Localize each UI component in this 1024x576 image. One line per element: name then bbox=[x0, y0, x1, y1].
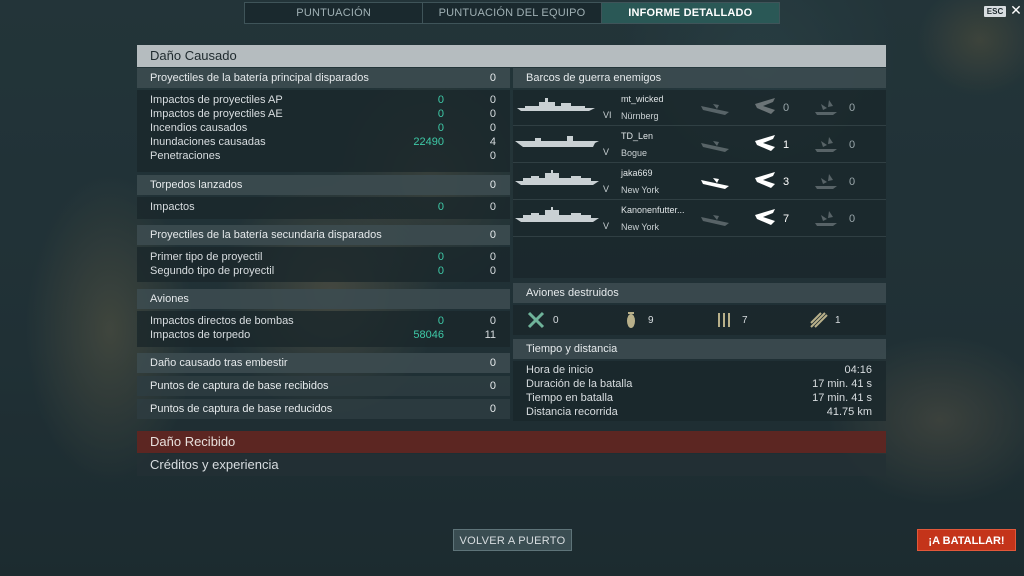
sinking-ship-icon bbox=[701, 104, 729, 115]
cruiser-silhouette-icon bbox=[517, 98, 595, 111]
sinking-ship-icon bbox=[701, 215, 729, 226]
stat-row: Tiempo en batalla 17 min. 41 s bbox=[526, 392, 872, 404]
torpedoes-body: Impactos 0 0 bbox=[137, 197, 510, 219]
enemy-ships-header: Barcos de guerra enemigos bbox=[513, 68, 886, 88]
damage-received-header[interactable]: Daño Recibido bbox=[137, 431, 886, 453]
plane-hit-icon bbox=[755, 209, 775, 225]
enemy-ships-list: VI mt_wicked Nürnberg 0 0 V TD_Len Bogue… bbox=[513, 90, 886, 278]
damage-dealt-header[interactable]: Daño Causado bbox=[137, 45, 886, 67]
sinking-ship-icon bbox=[701, 141, 729, 152]
ship-damage-icon bbox=[815, 211, 837, 226]
esc-key-hint: ESC bbox=[984, 6, 1006, 17]
tab-detailed-report[interactable]: INFORME DETALLADO bbox=[601, 3, 779, 23]
enemy-ship-row[interactable]: V jaka669 New York 3 0 bbox=[513, 164, 886, 200]
stat-row: Impactos de torpedo 58046 11 bbox=[150, 329, 496, 341]
aircraft-body: Impactos directos de bombas 0 0 Impactos d… bbox=[137, 311, 510, 347]
main-battery-header: Proyectiles de la batería principal disp… bbox=[137, 68, 510, 88]
time-distance-body: Hora de inicio 04:16 Duración de la batal… bbox=[513, 361, 886, 421]
ramming-row: Daño causado tras embestir 0 bbox=[137, 353, 510, 373]
main-battery-label: Proyectiles de la batería principal disp… bbox=[150, 72, 369, 84]
stat-row: Penetraciones 0 bbox=[150, 150, 496, 162]
close-icon[interactable]: ✕ bbox=[1010, 2, 1022, 18]
planes-destroyed-header: Aviones destruidos bbox=[513, 283, 886, 303]
credits-xp-header[interactable]: Créditos y experiencia bbox=[137, 454, 886, 476]
cap-received-row: Puntos de captura de base recibidos 0 bbox=[137, 376, 510, 396]
fighter-icon bbox=[527, 311, 545, 329]
secondary-header: Proyectiles de la batería secundaria dis… bbox=[137, 225, 510, 245]
stat-row: Impactos directos de bombas 0 0 bbox=[150, 315, 496, 327]
carrier-silhouette-icon bbox=[515, 136, 599, 147]
stat-row: Distancia recorrida 41.75 km bbox=[526, 406, 872, 418]
dive-bomber-stat: 1 bbox=[809, 311, 841, 332]
stat-row: Incendios causados 0 0 bbox=[150, 122, 496, 134]
tab-score[interactable]: PUNTUACIÓN bbox=[245, 3, 424, 23]
stat-row: Impactos 0 0 bbox=[150, 201, 496, 213]
ship-damage-icon bbox=[815, 100, 837, 115]
battle-button[interactable]: ¡A BATALLAR! bbox=[917, 529, 1016, 551]
main-battery-value: 0 bbox=[489, 72, 496, 84]
stat-row: Duración de la batalla 17 min. 41 s bbox=[526, 378, 872, 390]
stat-row: Hora de inicio 04:16 bbox=[526, 364, 872, 376]
stat-row: Impactos de proyectiles AP 0 0 bbox=[150, 94, 496, 106]
battleship-silhouette-icon bbox=[515, 207, 599, 222]
planes-destroyed-body: 0 9 7 1 bbox=[513, 305, 886, 335]
enemy-ship-row[interactable]: V Kanonenfutter... New York 7 0 bbox=[513, 201, 886, 237]
sinking-ship-icon bbox=[701, 178, 729, 189]
time-distance-header: Tiempo y distancia bbox=[513, 339, 886, 359]
ship-damage-icon bbox=[815, 174, 837, 189]
bomb-icon bbox=[627, 312, 635, 328]
stat-row: Inundaciones causadas 22490 4 bbox=[150, 136, 496, 148]
main-battery-body: Impactos de proyectiles AP 0 0 Impactos de… bbox=[137, 90, 510, 172]
bomber-stat: 9 bbox=[622, 311, 654, 332]
torpedo-bomber-icon bbox=[718, 313, 730, 327]
battleship-silhouette-icon bbox=[515, 170, 599, 185]
stat-row: Impactos de proyectiles AE 0 0 bbox=[150, 108, 496, 120]
plane-hit-icon bbox=[755, 135, 775, 151]
enemy-ship-row[interactable]: VI mt_wicked Nürnberg 0 0 bbox=[513, 90, 886, 126]
ship-damage-icon bbox=[815, 137, 837, 152]
torpedo-bomber-stat: 7 bbox=[716, 311, 748, 332]
secondary-body: Primer tipo de proyectil 0 0 Segundo tipo … bbox=[137, 247, 510, 282]
tab-team-score[interactable]: PUNTUACIÓN DEL EQUIPO bbox=[423, 3, 602, 23]
torpedoes-header: Torpedos lanzados 0 bbox=[137, 175, 510, 195]
plane-hit-icon bbox=[755, 98, 775, 114]
tab-bar: PUNTUACIÓN PUNTUACIÓN DEL EQUIPO INFORME… bbox=[244, 2, 780, 24]
dive-bomber-icon bbox=[810, 312, 828, 328]
aircraft-header: Aviones bbox=[137, 289, 510, 309]
cap-reduced-row: Puntos de captura de base reducidos 0 bbox=[137, 399, 510, 419]
return-to-port-button[interactable]: VOLVER A PUERTO bbox=[453, 529, 572, 551]
plane-hit-icon bbox=[755, 172, 775, 188]
enemy-ship-row[interactable]: V TD_Len Bogue 1 0 bbox=[513, 127, 886, 163]
fighter-stat: 0 bbox=[527, 311, 559, 332]
stat-row: Segundo tipo de proyectil 0 0 bbox=[150, 265, 496, 277]
stat-row: Primer tipo de proyectil 0 0 bbox=[150, 251, 496, 263]
